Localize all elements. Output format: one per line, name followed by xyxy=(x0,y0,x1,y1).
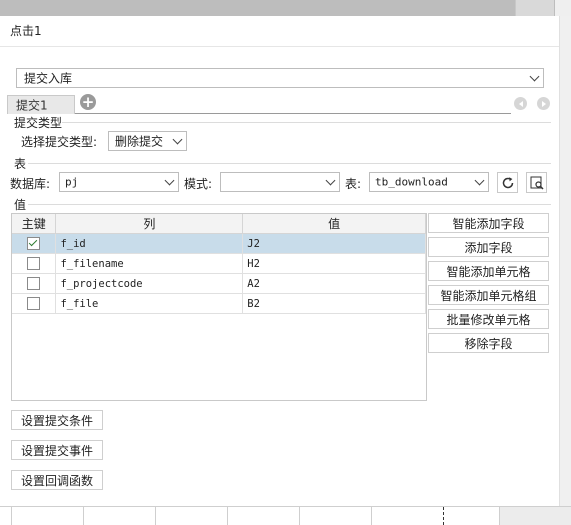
key-checkbox[interactable] xyxy=(27,297,41,310)
chevron-down-icon xyxy=(525,69,543,87)
values-table: 主键 列 值 f_id J2 f_filename H2 f_projectco… xyxy=(12,214,426,314)
submit-select[interactable]: 提交入库 xyxy=(16,68,544,88)
table-select[interactable]: tb_download xyxy=(369,172,489,192)
search-table-icon xyxy=(530,176,544,190)
smart-add-field-button[interactable]: 智能添加字段 xyxy=(428,213,549,233)
column-cell[interactable]: f_file xyxy=(55,293,244,314)
column-header-column[interactable]: 列 xyxy=(55,214,244,234)
column-cell[interactable]: f_projectcode xyxy=(55,273,244,294)
key-checkbox[interactable] xyxy=(27,237,41,250)
table-section-label: 表 xyxy=(14,157,27,171)
tab-underline xyxy=(75,113,511,114)
mode-select[interactable] xyxy=(220,172,340,192)
dialog-title: 点击1 xyxy=(10,24,42,38)
key-cell xyxy=(12,293,57,314)
values-section-label: 值 xyxy=(14,198,27,212)
bottom-status-strip xyxy=(0,506,571,525)
key-cell xyxy=(12,253,57,274)
preview-table-button[interactable] xyxy=(526,172,547,193)
status-cell-divider xyxy=(299,507,300,525)
submit-type-section-label: 提交类型 xyxy=(14,116,63,130)
column-cell[interactable]: f_filename xyxy=(55,253,244,274)
table-label: 表: xyxy=(345,177,362,191)
section-divider xyxy=(62,122,551,123)
section-divider xyxy=(28,204,551,205)
database-label: 数据库: xyxy=(10,177,51,191)
chevron-left-icon[interactable] xyxy=(514,97,527,110)
column-cell[interactable]: f_id xyxy=(55,233,244,254)
chevron-down-icon xyxy=(321,173,339,191)
database-value: pj xyxy=(65,175,79,189)
set-submit-condition-button[interactable]: 设置提交条件 xyxy=(11,410,103,430)
mode-label: 模式: xyxy=(184,177,213,191)
table-value: tb_download xyxy=(375,175,448,189)
section-divider xyxy=(28,163,551,164)
dialog-titlebar xyxy=(0,16,559,47)
submit-type-value: 删除提交 xyxy=(115,134,164,149)
remove-field-button[interactable]: 移除字段 xyxy=(428,333,549,353)
key-checkbox[interactable] xyxy=(27,277,41,290)
table-row[interactable]: f_filename H2 xyxy=(12,253,426,274)
submit-select-value: 提交入库 xyxy=(24,71,73,86)
chevron-right-icon[interactable] xyxy=(537,97,550,110)
top-strip-corner xyxy=(555,0,571,16)
refresh-button[interactable] xyxy=(497,172,518,193)
column-header-key[interactable]: 主键 xyxy=(12,214,57,234)
value-cell[interactable]: H2 xyxy=(242,253,426,274)
value-cell[interactable]: J2 xyxy=(242,233,426,254)
top-window-strip xyxy=(0,0,571,16)
status-cell-divider xyxy=(443,507,444,525)
smart-add-cell-group-button[interactable]: 智能添加单元格组 xyxy=(428,285,549,305)
status-cell-divider xyxy=(371,507,372,525)
column-header-value[interactable]: 值 xyxy=(242,214,426,234)
status-cell-divider xyxy=(83,507,84,525)
submit-type-label: 选择提交类型: xyxy=(21,135,98,149)
vertical-scrollbar[interactable] xyxy=(559,16,571,506)
submit-type-select[interactable]: 删除提交 xyxy=(108,131,187,151)
table-row[interactable]: f_id J2 xyxy=(12,233,426,254)
tab-submit-1[interactable]: 提交1 xyxy=(7,95,75,114)
batch-modify-cells-button[interactable]: 批量修改单元格 xyxy=(428,309,549,329)
set-callback-function-button[interactable]: 设置回调函数 xyxy=(11,470,103,490)
refresh-icon xyxy=(502,176,513,188)
smart-add-cell-button[interactable]: 智能添加单元格 xyxy=(428,261,549,281)
chevron-down-icon xyxy=(470,173,488,191)
plus-circle-icon[interactable]: + xyxy=(80,94,96,110)
value-cell[interactable]: B2 xyxy=(242,293,426,314)
status-cell-divider xyxy=(227,507,228,525)
top-strip-segment xyxy=(515,0,554,16)
chevron-down-icon xyxy=(160,173,178,191)
database-select[interactable]: pj xyxy=(59,172,179,192)
status-cell-shaded xyxy=(499,507,571,525)
tab-label: 提交1 xyxy=(16,98,48,113)
value-cell[interactable]: A2 xyxy=(242,273,426,294)
key-checkbox[interactable] xyxy=(27,257,41,270)
table-header-row: 主键 列 值 xyxy=(12,214,426,234)
key-cell xyxy=(12,233,57,254)
status-cell-divider xyxy=(11,507,12,525)
set-submit-event-button[interactable]: 设置提交事件 xyxy=(11,440,103,460)
chevron-down-icon xyxy=(168,132,186,150)
key-cell xyxy=(12,273,57,294)
status-cell-divider xyxy=(155,507,156,525)
table-row[interactable]: f_file B2 xyxy=(12,293,426,314)
table-row[interactable]: f_projectcode A2 xyxy=(12,273,426,294)
add-field-button[interactable]: 添加字段 xyxy=(428,237,549,257)
